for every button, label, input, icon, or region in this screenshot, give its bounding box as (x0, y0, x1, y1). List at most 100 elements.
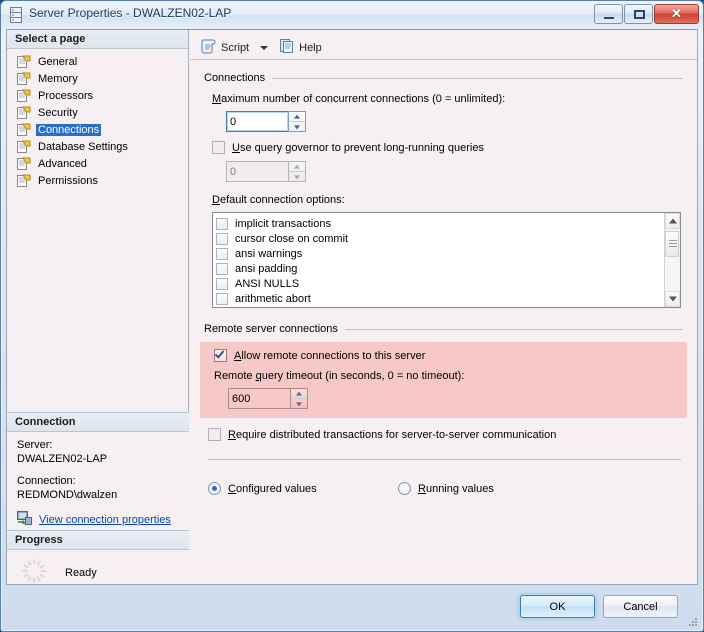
list-item[interactable]: cursor close on commit (216, 231, 664, 246)
dialog-client-area: Select a page General Memory Processors … (6, 29, 698, 585)
configured-values-radio[interactable] (208, 482, 221, 495)
progress-section: Progress Ready (7, 530, 189, 584)
caret-up-icon (294, 114, 300, 119)
query-governor-checkbox[interactable] (212, 141, 225, 154)
allow-remote-label-text: llow remote connections to this server (241, 349, 426, 362)
option-checkbox[interactable] (216, 292, 228, 305)
timeout-spin-buttons (290, 388, 308, 409)
ok-button[interactable]: OK (520, 595, 595, 618)
list-item[interactable]: implicit transactions (216, 216, 664, 231)
sidebar-item-memory[interactable]: Memory (13, 70, 188, 87)
maximize-button[interactable] (624, 4, 653, 24)
connection-section: Connection Server: DWALZEN02-LAP Connect… (7, 412, 189, 530)
connection-header: Connection (7, 413, 189, 432)
help-icon (279, 38, 295, 57)
minimize-button[interactable] (594, 4, 623, 24)
query-governor-label-text: se query governor to prevent long-runnin… (239, 141, 484, 154)
title-bar[interactable]: Server Properties - DWALZEN02-LAP ✕ (1, 1, 703, 29)
configured-mnemonic: C (228, 482, 236, 495)
allow-remote-label: Allow remote connections to this server (234, 350, 425, 362)
running-mnemonic: R (418, 482, 426, 495)
progress-status: Ready (65, 566, 97, 579)
default-connection-options-listbox[interactable]: implicit transactions cursor close on co… (212, 212, 681, 308)
list-item[interactable]: arithmetic abort (216, 291, 664, 306)
option-checkbox[interactable] (216, 247, 228, 260)
server-value: DWALZEN02-LAP (17, 453, 108, 465)
default-options-label-text: efault connection options: (219, 194, 345, 206)
require-dtc-checkbox-row[interactable]: Require distributed transactions for ser… (208, 428, 683, 441)
require-dtc-label: Require distributed transactions for ser… (228, 429, 556, 441)
remote-query-timeout-stepper[interactable] (228, 388, 308, 409)
spinner-up-button[interactable] (289, 112, 305, 121)
option-checkbox[interactable] (216, 262, 228, 275)
toolbar: Script Help (190, 30, 697, 60)
sidebar-item-advanced[interactable]: Advanced (13, 155, 188, 172)
require-distributed-transactions-checkbox[interactable] (208, 428, 221, 441)
sidebar-item-database-settings[interactable]: Database Settings (13, 138, 188, 155)
list-item[interactable]: ansi warnings (216, 246, 664, 261)
running-values-radio[interactable] (398, 482, 411, 495)
option-checkbox[interactable] (216, 277, 228, 290)
options-scrollbar[interactable] (664, 213, 680, 307)
script-button[interactable]: Script (196, 38, 254, 58)
sidebar-item-security[interactable]: Security (13, 104, 188, 121)
option-checkbox[interactable] (216, 232, 228, 245)
remote-group-title: Remote server connections (204, 323, 338, 335)
page-icon (17, 174, 31, 187)
sidebar-item-general[interactable]: General (13, 53, 188, 70)
query-governor-spin-buttons (288, 161, 306, 182)
window-title: Server Properties - DWALZEN02-LAP (29, 6, 232, 20)
spinner-down-button[interactable] (291, 398, 307, 408)
configured-label-text: onfigured values (235, 482, 317, 495)
option-checkbox[interactable] (216, 217, 228, 230)
script-label: Script (221, 41, 250, 54)
view-connection-properties-link[interactable]: View connection properties (17, 511, 189, 528)
allow-remote-connections-checkbox[interactable] (214, 348, 227, 362)
caret-down-icon (296, 401, 302, 406)
checkmark-icon (214, 348, 225, 359)
options-list: implicit transactions cursor close on co… (213, 213, 664, 307)
radio-dot-icon (212, 486, 217, 491)
scroll-up-button[interactable] (665, 213, 680, 229)
sidebar: Select a page General Memory Processors … (7, 30, 189, 584)
connections-group-header: Connections (204, 72, 683, 84)
script-dropdown-chevron-down-icon[interactable] (260, 45, 269, 50)
close-button[interactable]: ✕ (654, 4, 699, 24)
group-divider (344, 328, 683, 330)
sidebar-item-connections[interactable]: Connections (13, 121, 188, 138)
spinner-down-button[interactable] (289, 121, 305, 131)
scroll-down-button[interactable] (665, 291, 680, 307)
max-connections-input[interactable] (226, 111, 288, 132)
page-icon (17, 55, 31, 68)
option-label: arithmetic abort (235, 292, 311, 305)
configured-values-radio-row[interactable]: Configured values (208, 482, 398, 495)
timeout-label-part2: uery timeout (in seconds, 0 = no timeout… (261, 370, 465, 382)
help-label: Help (299, 41, 322, 54)
max-connections-stepper[interactable] (226, 111, 306, 132)
default-connection-options-label: Default connection options: (212, 194, 683, 206)
help-button[interactable]: Help (274, 38, 327, 58)
sidebar-item-processors[interactable]: Processors (13, 87, 188, 104)
resize-grip-icon[interactable] (687, 616, 699, 628)
allow-remote-checkbox-row[interactable]: Allow remote connections to this server (214, 348, 677, 362)
scrollbar-track[interactable] (665, 229, 680, 291)
page-icon (17, 106, 31, 119)
remote-group-header: Remote server connections (204, 323, 683, 335)
caret-down-icon (668, 296, 677, 302)
maximize-icon (634, 10, 645, 19)
cancel-button[interactable]: Cancel (603, 595, 678, 618)
close-icon: ✕ (671, 6, 682, 21)
list-item[interactable]: ansi padding (216, 261, 664, 276)
max-connections-spin-buttons (288, 111, 306, 132)
remote-query-timeout-input[interactable] (228, 388, 290, 409)
running-values-radio-row[interactable]: Running values (398, 482, 494, 495)
page-icon (17, 89, 31, 102)
spinner-up-button[interactable] (291, 389, 307, 398)
scrollbar-thumb[interactable] (665, 231, 679, 257)
sidebar-item-label: Database Settings (38, 140, 128, 153)
progress-body: Ready (7, 550, 189, 587)
sidebar-item-permissions[interactable]: Permissions (13, 172, 188, 189)
query-governor-checkbox-row[interactable]: Use query governor to prevent long-runni… (212, 141, 683, 154)
values-mode-group: Configured values Running values (204, 482, 683, 495)
list-item[interactable]: ANSI NULLS (216, 276, 664, 291)
